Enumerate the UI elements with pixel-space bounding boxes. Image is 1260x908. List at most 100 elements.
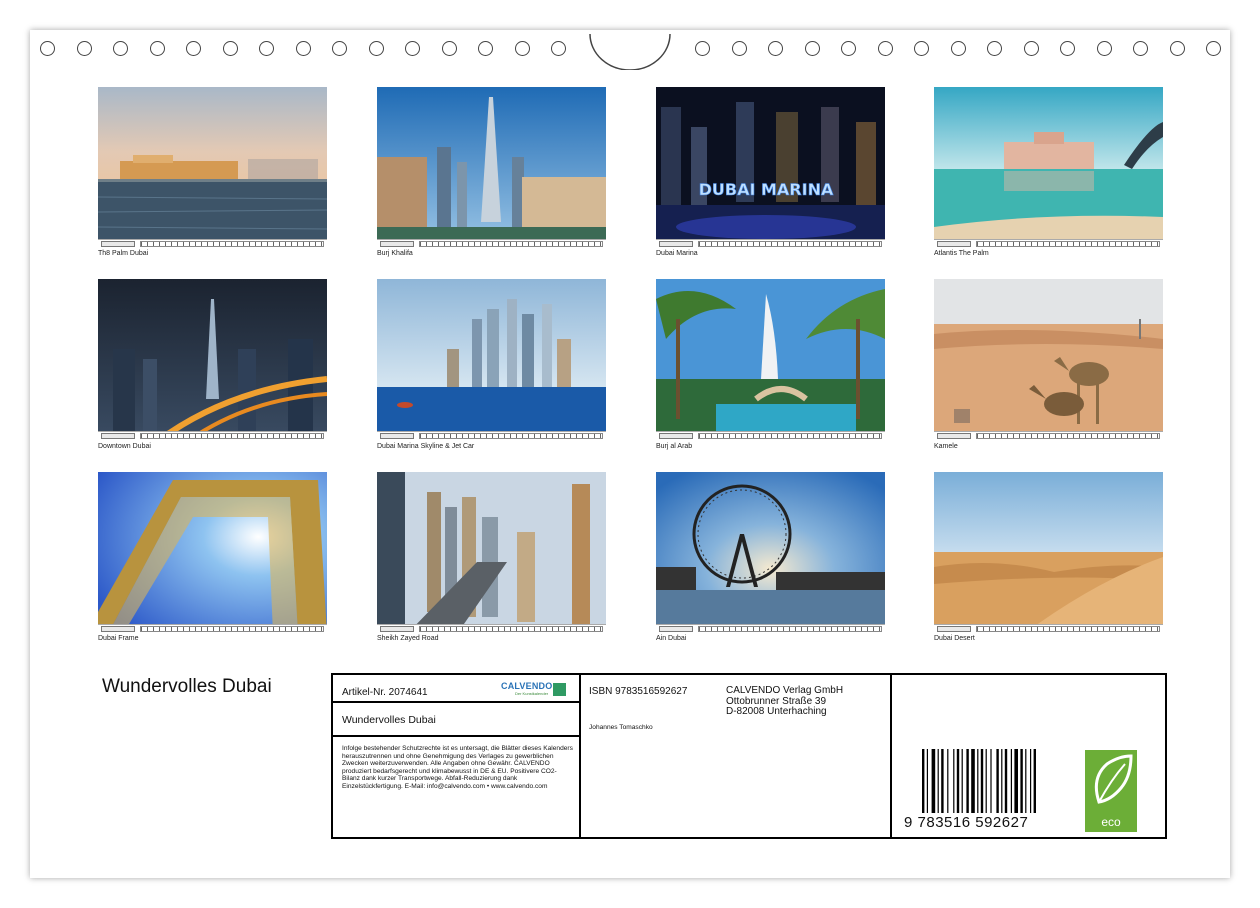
binding-hole [768, 41, 783, 56]
publisher-line: D-82008 Unterhaching [726, 706, 827, 717]
marina-sign: DUBAI MARINA [699, 180, 834, 199]
isbn: ISBN 9783516592627 [589, 686, 688, 697]
binding-hole [441, 41, 457, 56]
barcode-bar [990, 749, 992, 813]
calvendo-wordmark: CALVENDO [501, 681, 553, 691]
barcode-bar [1004, 749, 1008, 813]
binding-hole [113, 41, 128, 56]
barcode-bar [985, 749, 987, 813]
barcode-bar [953, 749, 955, 813]
photo-caption: Downtown Dubai [98, 443, 151, 450]
binding-hole [804, 41, 820, 56]
binding-hole [222, 41, 238, 56]
photo-caption: Burj al Arab [656, 443, 693, 450]
imprint-column-right: 9 783516 592627 eco [890, 675, 1165, 837]
photo-ain-dubai [656, 472, 885, 634]
binding-hole [149, 41, 165, 56]
barcode-bar [922, 749, 925, 813]
binding-hole [695, 41, 710, 56]
binding-hole [987, 41, 1002, 56]
binding-hole [405, 41, 420, 56]
barcode-bar [971, 749, 975, 813]
binding-hole [1206, 41, 1221, 56]
binding-hole [877, 41, 893, 56]
binding-hole [551, 41, 566, 56]
barcode-bar [1014, 749, 1018, 813]
author: Johannes Tomaschko [589, 724, 653, 731]
calvendo-mark-icon [553, 683, 566, 696]
photo-dubai-frame [98, 472, 327, 634]
binding-hole [950, 41, 966, 56]
binding-hole [1169, 41, 1185, 56]
article-number: Artikel-Nr. 2074641 [342, 687, 428, 698]
binding-hole [478, 41, 493, 56]
calendar-title: Wundervolles Dubai [102, 676, 272, 697]
photo-caption: Dubai Marina Skyline & Jet Car [377, 443, 475, 450]
barcode-bar [977, 749, 979, 813]
photo-caption: Burj Khalifa [377, 250, 413, 257]
imprint-column-left: Artikel-Nr. 2074641 CALVENDO Der Kunstka… [333, 675, 581, 837]
barcode-bar [1001, 749, 1003, 813]
photo-dubai-marina: DUBAI MARINA [656, 87, 885, 249]
binding-hole [40, 41, 55, 56]
calvendo-logo: CALVENDO Der Kunstkalender [501, 681, 569, 697]
binding-hole [332, 41, 347, 56]
barcode-bar [966, 749, 969, 813]
barcode-bar [941, 749, 944, 813]
photo-dubai-desert [934, 472, 1163, 634]
photo-caption: Atlantis The Palm [934, 250, 989, 257]
binding-hole [295, 41, 311, 56]
binding-hole [368, 41, 384, 56]
barcode-bar [1020, 749, 1023, 813]
binding-hole [731, 41, 747, 56]
barcode-bar [1010, 749, 1012, 813]
barcode-bar [1033, 749, 1036, 813]
photo-caption: Dubai Marina [656, 250, 698, 257]
imprint-column-middle: ISBN 9783516592627 Johannes Tomaschko CA… [579, 675, 892, 837]
photo-marina-skyline [377, 279, 606, 441]
photo-caption: Ain Dubai [656, 635, 687, 642]
barcode-bar [926, 749, 928, 813]
eco-badge: eco [1085, 750, 1137, 832]
binding-hole [841, 41, 856, 56]
photo-the-palm [98, 87, 327, 249]
barcode-bar [931, 749, 936, 813]
photo-camels [934, 279, 1163, 441]
binding-hole [186, 41, 201, 56]
binding-hole [259, 41, 274, 56]
publisher-line: CALVENDO Verlag GmbH [726, 685, 844, 696]
eco-label: eco [1101, 815, 1121, 829]
calendar-subtitle: Wundervolles Dubai [342, 714, 436, 726]
binding-hole [1133, 41, 1148, 56]
barcode-number: 9 783516 592627 [904, 814, 1029, 831]
imprint-box: Artikel-Nr. 2074641 CALVENDO Der Kunstka… [331, 673, 1167, 839]
leaf-icon [1094, 754, 1133, 804]
binding-hole [76, 41, 92, 56]
calvendo-tagline: Der Kunstkalender [515, 691, 549, 696]
binding-hole [1023, 41, 1039, 56]
barcode-bar [956, 749, 960, 813]
photo-sheikh-zayed-road [377, 472, 606, 634]
barcode-bar [947, 749, 949, 813]
binding-hole [1096, 41, 1112, 56]
barcode-bar [996, 749, 999, 813]
photo-caption: Dubai Frame [98, 635, 139, 642]
barcode-bar [1030, 749, 1032, 813]
barcode-bar [980, 749, 984, 813]
binding-hole [514, 41, 530, 56]
photo-downtown-dubai [98, 279, 327, 441]
photo-caption: Dubai Desert [934, 635, 975, 642]
photo-atlantis [934, 87, 1163, 249]
divider [333, 735, 579, 737]
legal-notice: Infolge bestehender Schutzrechte ist es … [342, 745, 573, 790]
publisher-address: CALVENDO Verlag GmbH Ottobrunner Straße … [726, 685, 844, 718]
barcode-bar [937, 749, 939, 813]
barcode-bar [1025, 749, 1027, 813]
barcode-bar [961, 749, 963, 813]
divider [333, 701, 579, 703]
binding-hole [914, 41, 929, 56]
photo-caption: Kamele [934, 443, 958, 450]
binding-hole [1060, 41, 1075, 56]
photo-burj-al-arab [656, 279, 885, 441]
photo-burj-khalifa [377, 87, 606, 249]
